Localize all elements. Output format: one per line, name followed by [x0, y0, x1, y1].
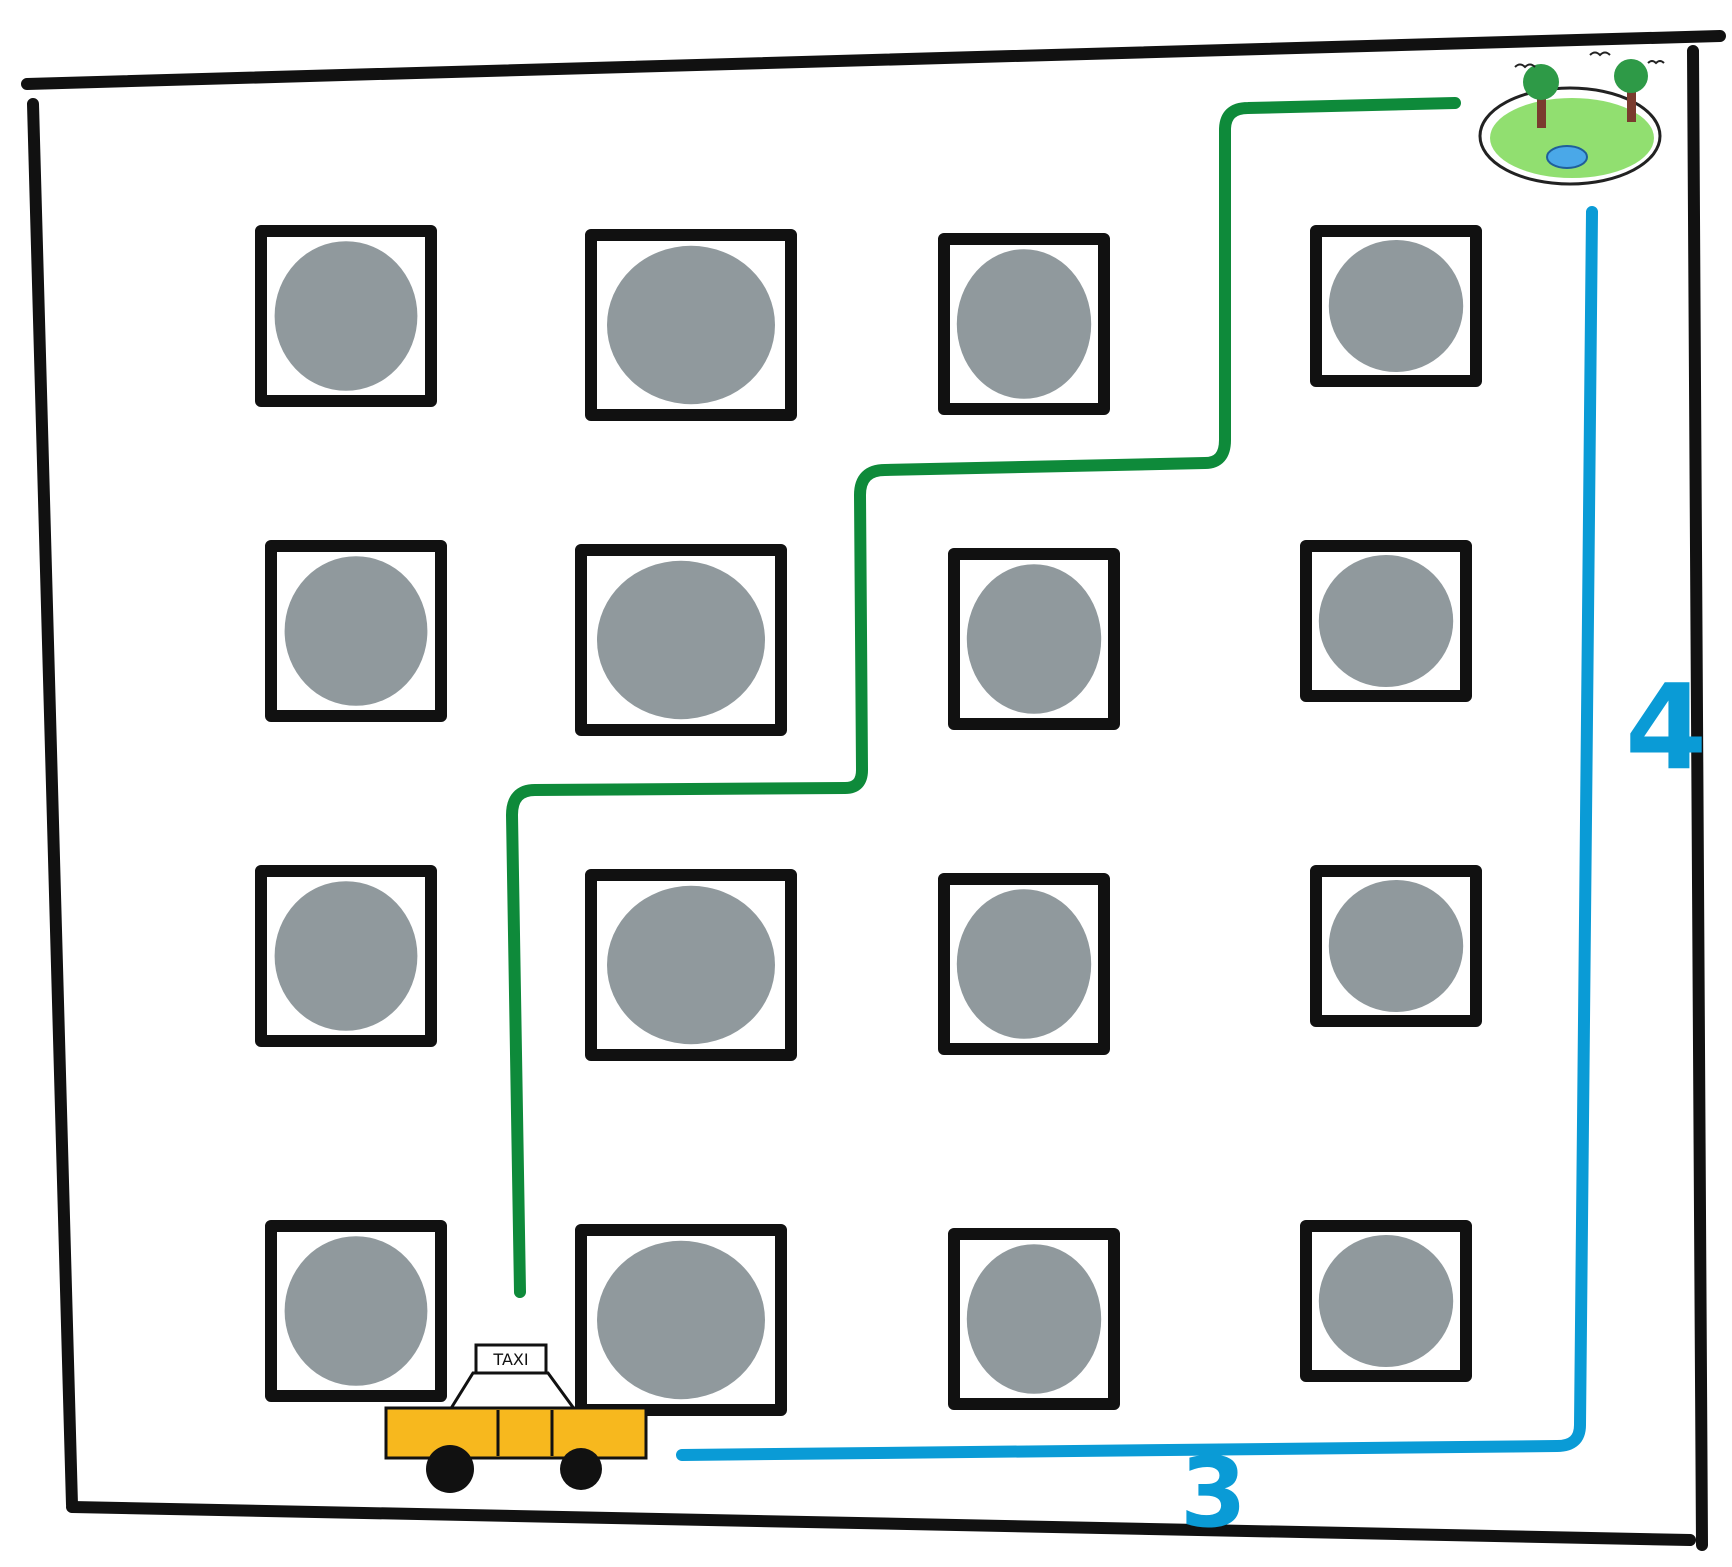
city-grid-diagram: TAXI 4 3	[0, 0, 1732, 1562]
taxi-sign: TAXI	[492, 1350, 528, 1369]
block-shading	[1328, 880, 1464, 1012]
blue-route-across-count: 3	[1180, 1437, 1247, 1549]
block-shading	[966, 1244, 1102, 1394]
blue-route-up-count: 4	[1625, 658, 1708, 796]
block-shading	[597, 1240, 765, 1400]
city-blocks	[255, 225, 1482, 1416]
park-icon	[1478, 51, 1665, 186]
block-shading	[1318, 555, 1454, 687]
block-shading	[284, 556, 428, 706]
block-shading	[284, 1236, 428, 1386]
block-shading	[597, 560, 765, 720]
block-shading	[274, 881, 418, 1031]
block-shading	[966, 564, 1102, 714]
diagram-canvas: TAXI	[21, 30, 1726, 1551]
block-shading	[607, 885, 775, 1045]
block-shading	[274, 241, 418, 391]
block-shading	[956, 249, 1092, 399]
block-shading	[956, 889, 1092, 1039]
block-shading	[607, 245, 775, 405]
block-shading	[1328, 240, 1464, 372]
block-shading	[1318, 1235, 1454, 1367]
